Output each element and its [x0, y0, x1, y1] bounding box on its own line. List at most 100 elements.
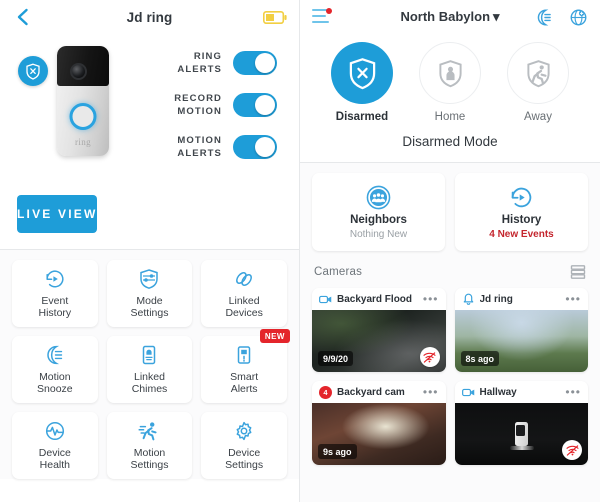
camera-thumbnail[interactable]	[454, 403, 588, 465]
card-subtitle: 4 New Events	[489, 228, 554, 240]
card-title: History	[501, 213, 542, 226]
cameras-section-header: Cameras	[312, 251, 588, 288]
camera-options-icon[interactable]: •••	[565, 293, 581, 305]
doorbell-graphic: ring	[57, 46, 109, 156]
hamburger-menu-icon[interactable]	[312, 8, 332, 25]
history-card[interactable]: History 4 New Events	[455, 173, 588, 251]
tile-motion-settings[interactable]: Motion Settings	[106, 412, 193, 479]
neighbors-globe-icon[interactable]	[568, 7, 588, 27]
history-clock-icon	[44, 268, 66, 291]
chevron-down-icon: ▾	[493, 9, 500, 24]
tile-label: Mode Settings	[130, 294, 169, 320]
battery-half-icon	[263, 10, 287, 24]
camera-thumbnail[interactable]: 9s ago	[312, 403, 446, 465]
shield-disarmed-icon[interactable]	[18, 56, 48, 86]
location-label: North Babylon	[400, 9, 491, 24]
camera-card[interactable]: Jd ring ••• 8s ago	[454, 288, 589, 372]
tile-label: Motion Snooze	[37, 370, 73, 396]
mode-home[interactable]: Home	[419, 42, 481, 123]
tile-linked-chimes[interactable]: Linked Chimes	[106, 336, 193, 403]
toggle-motion-alerts[interactable]: MOTION ALERTS	[158, 134, 277, 160]
camera-options-icon[interactable]: •••	[423, 293, 439, 305]
camera-event-badge: 4	[319, 385, 332, 399]
quick-info-cards: Neighbors Nothing New History 4 New Even…	[312, 173, 588, 251]
camera-card-header: Jd ring •••	[455, 288, 589, 310]
record-motion-switch[interactable]	[233, 93, 277, 117]
camera-thumbnail[interactable]: 9/9/20	[312, 310, 446, 372]
header-icon-group	[534, 7, 588, 27]
indoor-cam-icon	[461, 386, 475, 399]
camera-options-icon[interactable]: •••	[565, 386, 581, 398]
cameras-title: Cameras	[314, 266, 363, 278]
tile-linked-devices[interactable]: Linked Devices	[201, 260, 287, 327]
dashboard-header: North Babylon ▾	[300, 0, 600, 34]
shield-running-icon	[507, 42, 569, 104]
camera-name: Jd ring	[479, 293, 513, 305]
tile-label: Motion Settings	[130, 446, 169, 472]
motion-alerts-switch[interactable]	[233, 135, 277, 159]
camera-name: Backyard cam	[337, 386, 405, 398]
live-view-button[interactable]: LIVE VIEW	[17, 195, 98, 233]
device-image: ring	[8, 38, 158, 189]
history-clock-icon	[509, 185, 534, 211]
camera-grid: Backyard Flood ••• 9/9/20 Jd ring ••• 8s…	[312, 288, 588, 465]
camera-timestamp: 9/9/20	[318, 351, 354, 366]
camera-lens-icon	[70, 63, 87, 80]
device-feature-grid: Event History Mode Settings Linked Devic…	[0, 250, 299, 479]
moon-snooze-icon[interactable]	[534, 7, 554, 27]
smart-alert-icon	[233, 344, 255, 367]
tile-label: Device Health	[38, 446, 71, 472]
camera-card-header: Hallway •••	[455, 381, 589, 403]
camera-card-header: Backyard Flood •••	[312, 288, 446, 310]
tile-device-settings[interactable]: Device Settings	[201, 412, 287, 479]
notification-dot	[326, 8, 332, 14]
toggle-ring-alerts[interactable]: RING ALERTS	[158, 50, 277, 76]
shield-person-icon	[419, 42, 481, 104]
tile-smart-alerts[interactable]: NEW Smart Alerts	[201, 329, 290, 403]
wifi-off-icon	[562, 440, 582, 460]
neighbors-card[interactable]: Neighbors Nothing New	[312, 173, 445, 251]
camera-card[interactable]: Backyard Flood ••• 9/9/20	[312, 288, 446, 372]
camera-stand	[509, 446, 534, 450]
switch-knob	[255, 53, 275, 73]
toggle-label: RING ALERTS	[177, 51, 222, 75]
list-view-icon[interactable]	[570, 264, 586, 280]
ring-app-screenshot: Jd ring ring RING ALERTS RECORD MOTION M…	[0, 0, 600, 502]
indoor-camera-graphic	[509, 422, 534, 450]
mode-away[interactable]: Away	[507, 42, 569, 123]
device-toggles: RING ALERTS RECORD MOTION MOTION ALERTS	[158, 38, 291, 189]
camera-thumbnail[interactable]: 8s ago	[454, 310, 588, 372]
page-title: Jd ring	[126, 9, 173, 25]
tile-device-health[interactable]: Device Health	[12, 412, 98, 479]
tile-motion-snooze[interactable]: Motion Snooze	[12, 336, 98, 403]
device-overview: ring RING ALERTS RECORD MOTION MOTION AL…	[0, 34, 299, 189]
doorbell-bell-icon	[462, 293, 475, 306]
mode-label: Disarmed	[335, 111, 389, 123]
new-badge: NEW	[259, 329, 290, 343]
back-chevron-icon[interactable]	[12, 7, 32, 27]
camera-card[interactable]: 4 Backyard cam ••• 9s ago	[312, 381, 446, 465]
toggle-label: MOTION ALERTS	[177, 135, 222, 159]
floodlight-cam-icon	[319, 293, 332, 306]
mode-status-text: Disarmed Mode	[402, 134, 498, 149]
camera-options-icon[interactable]: •••	[423, 386, 439, 398]
tile-label: Linked Chimes	[131, 370, 168, 396]
toggle-record-motion[interactable]: RECORD MOTION	[158, 92, 277, 118]
tile-event-history[interactable]: Event History	[12, 260, 98, 327]
menu-bar	[312, 20, 329, 23]
tile-label: Smart Alerts	[230, 370, 259, 396]
menu-bar	[312, 14, 326, 18]
switch-knob	[255, 137, 275, 157]
neighbors-group-icon	[366, 185, 391, 211]
tile-mode-settings[interactable]: Mode Settings	[106, 260, 193, 327]
camera-card[interactable]: Hallway •••	[454, 381, 589, 465]
mode-disarmed[interactable]: Disarmed	[331, 42, 393, 123]
tile-label: Linked Devices	[225, 294, 263, 320]
ring-alerts-switch[interactable]	[233, 51, 277, 75]
wifi-off-icon	[419, 347, 440, 367]
tile-label: Device Settings	[225, 446, 264, 472]
card-title: Neighbors	[350, 213, 407, 226]
mode-label: Home	[434, 111, 466, 123]
chime-document-icon	[138, 344, 160, 367]
shield-sliders-icon	[138, 268, 160, 291]
